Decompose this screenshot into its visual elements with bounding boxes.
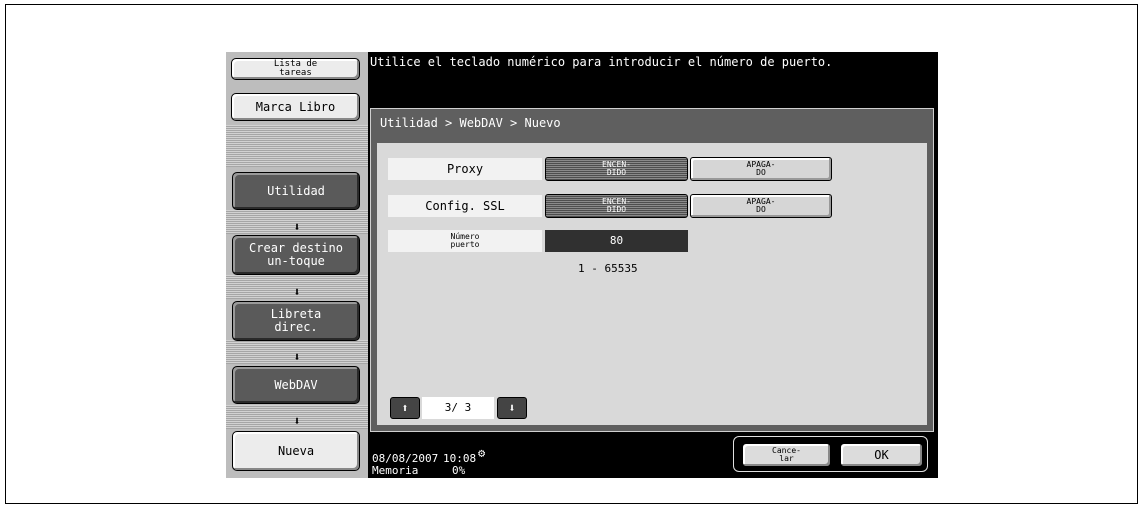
job-list-label: Lista de tareas (273, 59, 318, 78)
sidebar-item-webdav[interactable]: WebDAV (232, 366, 360, 404)
sidebar-item-label: Utilidad (267, 183, 325, 198)
instruction-message: Utilice el teclado numérico para introdu… (370, 55, 833, 69)
bookmark-label: Marca Libro (255, 99, 336, 114)
arrow-down-icon: ⬇ (293, 220, 301, 234)
proxy-on-button[interactable]: ENCEN-DIDO (545, 157, 688, 181)
ok-label: OK (874, 448, 889, 462)
ssl-off-button[interactable]: APAGA-DO (690, 194, 832, 218)
ssl-on-button[interactable]: ENCEN-DIDO (545, 194, 688, 218)
breadcrumb: Utilidad > WebDAV > Nuevo (380, 116, 561, 130)
sidebar-item-nueva[interactable]: Nueva (232, 431, 360, 471)
bookmark-button[interactable]: Marca Libro (231, 93, 360, 121)
sidebar-item-label: Crear destino un-toque (249, 241, 343, 268)
proxy-on-label: ENCEN-DIDO (602, 160, 631, 177)
sidebar-hatch (226, 125, 368, 167)
arrow-down-icon: ⬇ (293, 285, 301, 299)
time-display: 10:08 (443, 452, 477, 465)
ssl-label: Config. SSL (388, 195, 542, 217)
memory-value: 0% (452, 464, 466, 477)
sidebar-item-utilidad[interactable]: Utilidad (232, 172, 360, 210)
sidebar-item-label: Nueva (277, 443, 315, 458)
memory-icon: ⚙ (478, 446, 486, 460)
memory-label: Memoria (372, 464, 419, 477)
port-range: 1 - 65535 (578, 262, 638, 275)
page-up-button[interactable]: ⬆ (390, 397, 420, 419)
cancel-label: Cance-lar (772, 446, 801, 463)
page-down-button[interactable]: ⬇ (497, 397, 527, 419)
sidebar-item-label: WebDAV (274, 377, 318, 392)
sidebar-item-libreta[interactable]: Libreta direc. (232, 301, 360, 341)
proxy-off-button[interactable]: APAGA-DO (690, 157, 832, 181)
port-label: Número puerto (388, 230, 542, 252)
content-area (377, 143, 927, 425)
sidebar-item-crear-destino[interactable]: Crear destino un-toque (232, 235, 360, 275)
arrow-down-icon: ⬇ (293, 414, 301, 428)
ssl-on-label: ENCEN-DIDO (602, 197, 631, 214)
ssl-off-label: APAGA-DO (746, 197, 776, 214)
date-display: 08/08/2007 (372, 452, 439, 465)
proxy-label: Proxy (388, 158, 542, 180)
cancel-button[interactable]: Cance-lar (742, 443, 831, 467)
sidebar-item-label: Libreta direc. (270, 307, 322, 334)
arrow-down-icon: ⬇ (293, 350, 301, 364)
ok-button[interactable]: OK (840, 443, 923, 467)
port-number-field[interactable]: 80 (545, 230, 688, 252)
proxy-off-label: APAGA-DO (746, 160, 776, 177)
page-indicator: 3/ 3 (422, 397, 494, 419)
job-list-button[interactable]: Lista de tareas (231, 58, 360, 80)
